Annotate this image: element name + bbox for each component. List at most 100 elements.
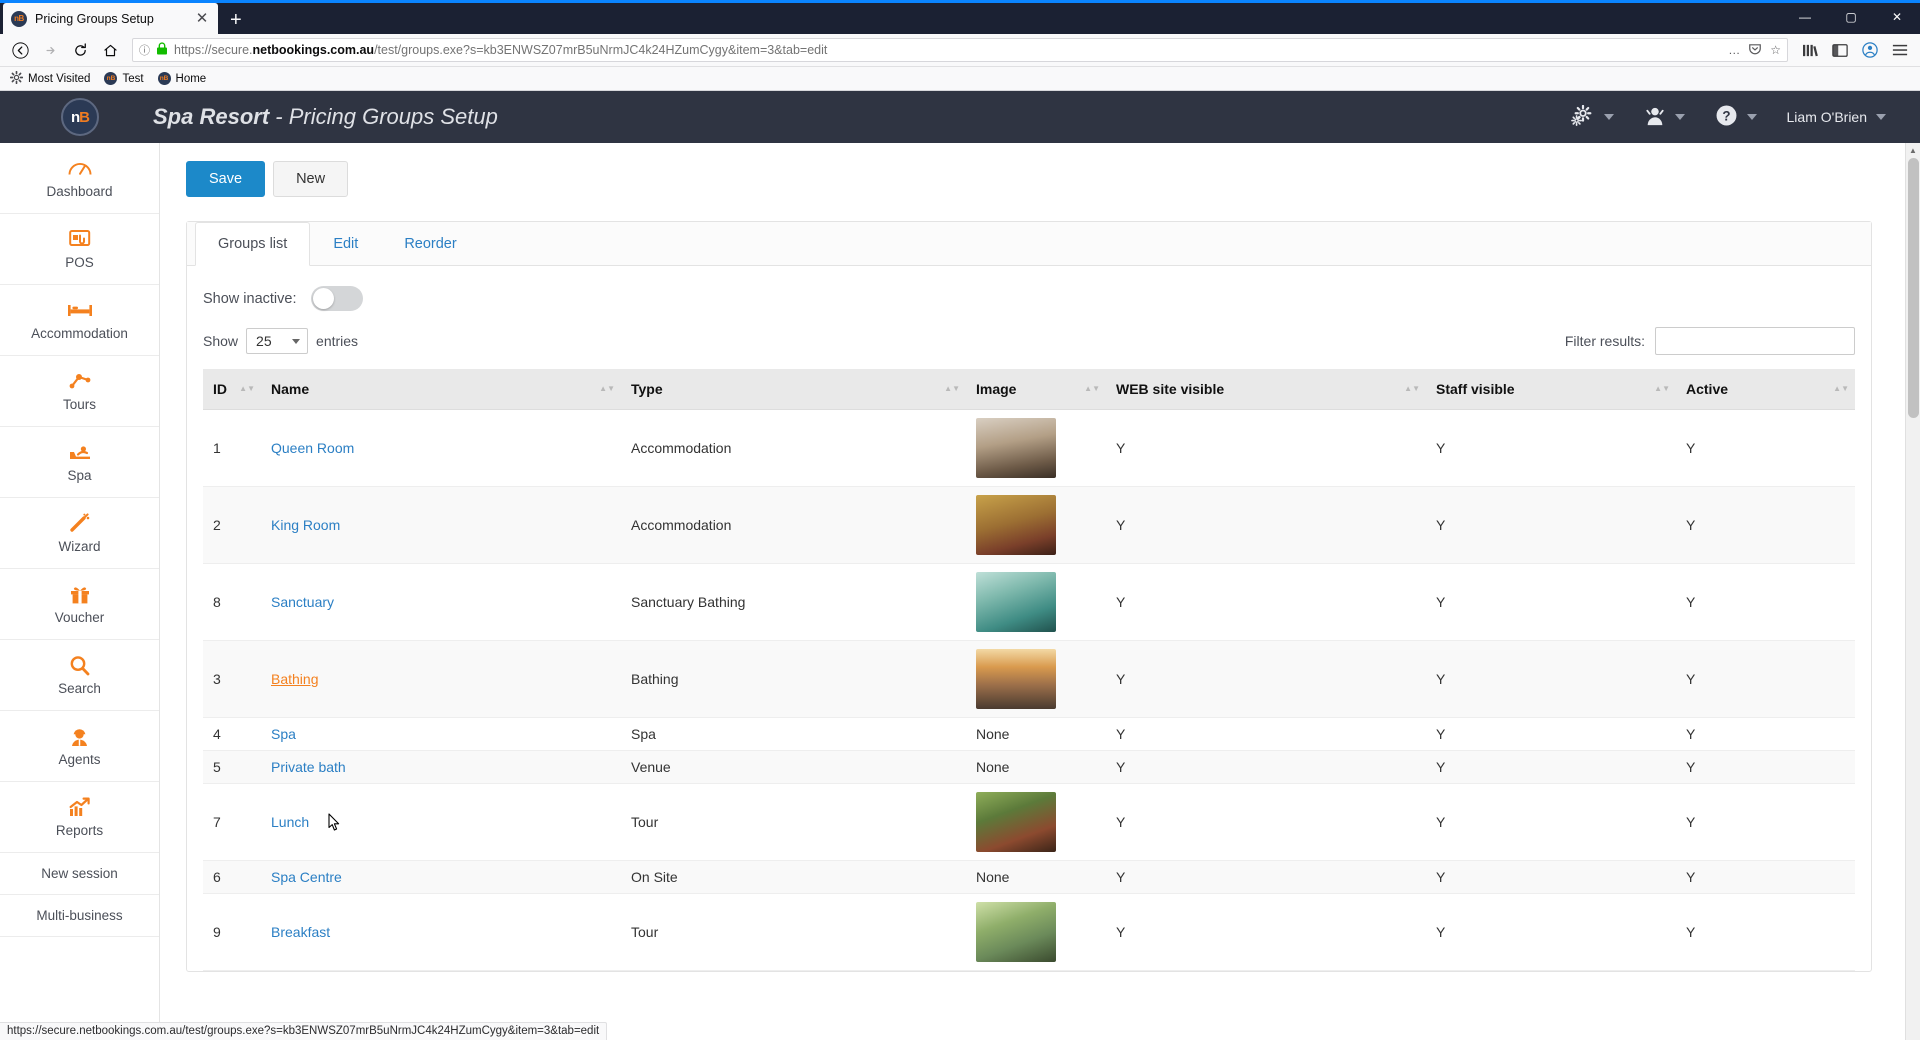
table-row[interactable]: 7 Lunch Tour Y Y Y xyxy=(203,783,1855,861)
column-header-name[interactable]: Name ▲▼ xyxy=(261,369,621,410)
column-header-id[interactable]: ID ▲▼ xyxy=(203,369,261,410)
home-icon[interactable] xyxy=(96,37,124,63)
group-name-link[interactable]: Sanctuary xyxy=(271,594,334,610)
scrollbar-thumb[interactable] xyxy=(1908,158,1919,418)
group-name-link[interactable]: Queen Room xyxy=(271,440,354,456)
sidebar-item-multi-business[interactable]: Multi-business xyxy=(0,895,159,937)
account-menu[interactable]: Liam O'Brien xyxy=(1787,109,1886,125)
bookmark-home[interactable]: nB Home xyxy=(157,72,206,85)
sidebar-item-voucher[interactable]: Voucher xyxy=(0,569,159,640)
reload-icon[interactable] xyxy=(66,37,94,63)
back-icon[interactable] xyxy=(6,37,34,63)
url-text[interactable]: https://secure.netbookings.com.au/test/g… xyxy=(174,43,1722,57)
bookmark-most-visited[interactable]: Most Visited xyxy=(9,70,91,87)
table-row[interactable]: 6 Spa Centre On Site None Y Y Y xyxy=(203,860,1855,894)
group-name-link[interactable]: Spa xyxy=(271,726,296,742)
filter-input[interactable] xyxy=(1655,327,1855,355)
sidebar-item-pos[interactable]: POS xyxy=(0,214,159,285)
row-thumbnail[interactable] xyxy=(976,418,1056,478)
cell-staff-visible: Y xyxy=(1426,717,1676,751)
table-row[interactable]: 3 Bathing Bathing Y Y Y xyxy=(203,640,1855,718)
row-type: Sanctuary Bathing xyxy=(631,594,746,610)
column-header-type[interactable]: Type ▲▼ xyxy=(621,369,966,410)
row-thumbnail[interactable] xyxy=(976,902,1056,962)
table-row[interactable]: 9 Breakfast Tour Y Y Y xyxy=(203,893,1855,971)
table-row[interactable]: 5 Private bath Venue None Y Y Y xyxy=(203,750,1855,784)
help-menu[interactable]: ? xyxy=(1715,104,1757,130)
groups-panel: Groups list Edit Reorder Show inactive: xyxy=(186,221,1872,972)
scroll-up-icon[interactable]: ▲ xyxy=(1906,143,1920,158)
cell-name[interactable]: Queen Room xyxy=(261,409,621,487)
cell-name[interactable]: Breakfast xyxy=(261,893,621,971)
library-icon[interactable] xyxy=(1796,37,1824,63)
tab-edit[interactable]: Edit xyxy=(310,222,381,266)
page-info-icon[interactable]: ⓘ xyxy=(139,42,150,58)
row-id: 2 xyxy=(213,517,221,533)
account-icon[interactable] xyxy=(1856,37,1884,63)
hamburger-menu-icon[interactable] xyxy=(1886,37,1914,63)
table-row[interactable]: 8 Sanctuary Sanctuary Bathing Y Y Y xyxy=(203,563,1855,641)
user-menu[interactable] xyxy=(1644,105,1685,130)
group-name-link[interactable]: Breakfast xyxy=(271,924,330,940)
page-size-select[interactable]: 25 xyxy=(246,328,309,354)
tab-groups-list[interactable]: Groups list xyxy=(195,222,311,266)
sidebar-icon[interactable] xyxy=(1826,37,1854,63)
app-logo[interactable]: nB xyxy=(0,98,160,136)
show-inactive-toggle[interactable] xyxy=(310,286,363,311)
sidebar-item-new-session[interactable]: New session xyxy=(0,853,159,895)
column-header-image[interactable]: Image ▲▼ xyxy=(966,369,1106,410)
column-header-staff-visible[interactable]: Staff visible ▲▼ xyxy=(1426,369,1676,410)
minimize-icon[interactable]: — xyxy=(1782,0,1828,34)
sidebar-item-reports[interactable]: Reports xyxy=(0,782,159,853)
cell-name[interactable]: Bathing xyxy=(261,640,621,718)
column-header-web-visible[interactable]: WEB site visible ▲▼ xyxy=(1106,369,1426,410)
row-thumbnail[interactable] xyxy=(976,649,1056,709)
cell-id: 7 xyxy=(203,783,261,861)
sidebar-item-dashboard[interactable]: Dashboard xyxy=(0,143,159,214)
chevron-down-icon xyxy=(1746,114,1757,120)
sidebar-item-accommodation[interactable]: Accommodation xyxy=(0,285,159,356)
page-actions-icon[interactable]: … xyxy=(1728,43,1740,57)
new-button[interactable]: New xyxy=(273,161,349,197)
bookmark-test[interactable]: nB Test xyxy=(104,72,144,85)
group-name-link[interactable]: Lunch xyxy=(271,814,309,830)
sidebar-item-agents[interactable]: Agents xyxy=(0,711,159,782)
cell-name[interactable]: Sanctuary xyxy=(261,563,621,641)
settings-menu[interactable] xyxy=(1570,104,1614,130)
group-name-link[interactable]: Bathing xyxy=(271,671,318,687)
window-close-icon[interactable]: ✕ xyxy=(1874,0,1920,34)
tab-reorder[interactable]: Reorder xyxy=(381,222,479,266)
cell-name[interactable]: King Room xyxy=(261,486,621,564)
group-name-link[interactable]: Spa Centre xyxy=(271,869,342,885)
sidebar-item-spa[interactable]: Spa xyxy=(0,427,159,498)
sidebar-item-tours[interactable]: Tours xyxy=(0,356,159,427)
cell-name[interactable]: Spa Centre xyxy=(261,860,621,894)
sidebar-item-search[interactable]: Search xyxy=(0,640,159,711)
table-row[interactable]: 2 King Room Accommodation Y Y Y xyxy=(203,486,1855,564)
browser-tab[interactable]: nB Pricing Groups Setup ✕ xyxy=(3,3,218,34)
sidebar-item-wizard[interactable]: Wizard xyxy=(0,498,159,569)
new-tab-button[interactable]: + xyxy=(218,10,254,30)
group-name-link[interactable]: King Room xyxy=(271,517,340,533)
bookmark-star-icon[interactable]: ☆ xyxy=(1770,43,1781,57)
cell-name[interactable]: Lunch xyxy=(261,783,621,861)
sort-icon: ▲▼ xyxy=(599,383,615,393)
url-bar[interactable]: ⓘ https://secure.netbookings.com.au/test… xyxy=(132,38,1788,62)
maximize-icon[interactable]: ▢ xyxy=(1828,0,1874,34)
cell-active: Y xyxy=(1676,860,1855,894)
pocket-icon[interactable] xyxy=(1748,42,1762,59)
group-name-link[interactable]: Private bath xyxy=(271,759,346,775)
row-thumbnail[interactable] xyxy=(976,572,1056,632)
page-scrollbar[interactable]: ▲ xyxy=(1905,143,1920,1040)
cell-name[interactable]: Private bath xyxy=(261,750,621,784)
close-icon[interactable]: ✕ xyxy=(194,11,210,26)
table-row[interactable]: 1 Queen Room Accommodation Y Y Y xyxy=(203,409,1855,487)
bookmark-label: Most Visited xyxy=(28,72,91,85)
save-button[interactable]: Save xyxy=(186,161,266,197)
table-row[interactable]: 4 Spa Spa None Y Y Y xyxy=(203,717,1855,751)
cell-name[interactable]: Spa xyxy=(261,717,621,751)
row-thumbnail[interactable] xyxy=(976,792,1056,852)
show-inactive-row: Show inactive: xyxy=(203,286,1855,311)
column-header-active[interactable]: Active ▲▼ xyxy=(1676,369,1855,410)
row-thumbnail[interactable] xyxy=(976,495,1056,555)
